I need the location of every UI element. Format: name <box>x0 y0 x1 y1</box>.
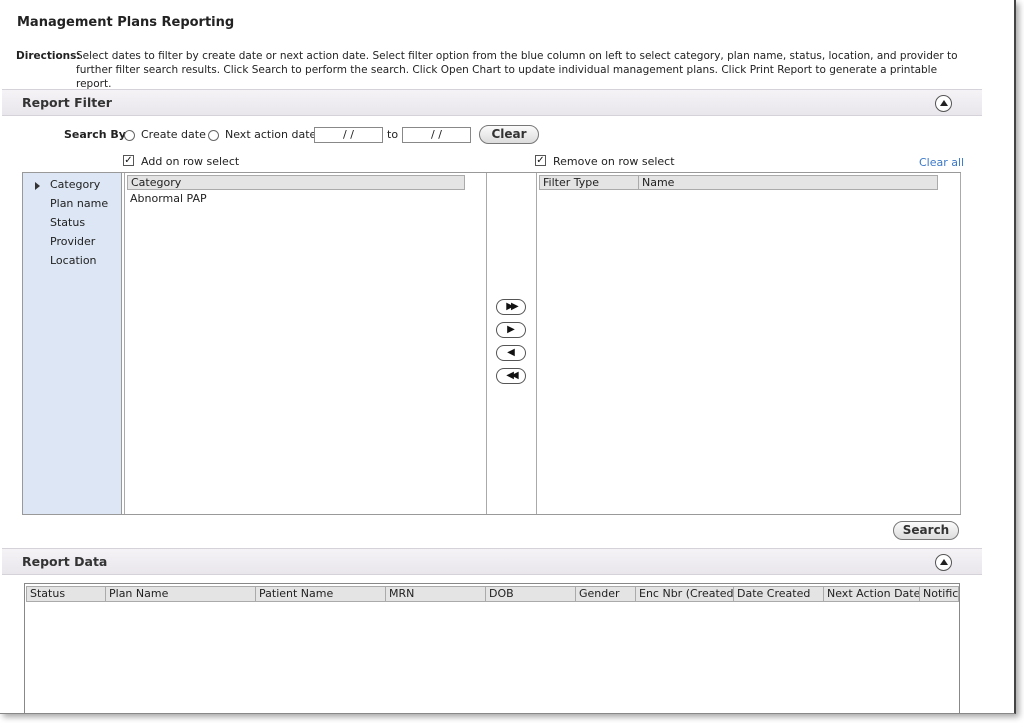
report-data-title: Report Data <box>22 554 108 569</box>
mrn-column-header[interactable]: MRN <box>386 586 486 602</box>
patient-name-column-header[interactable]: Patient Name <box>256 586 386 602</box>
clear-all-link[interactable]: Clear all <box>919 156 964 169</box>
move-right-button[interactable]: ▶ <box>496 322 526 338</box>
next-action-date-radio[interactable] <box>208 130 219 141</box>
search-by-label: Search By: <box>64 128 131 141</box>
remove-on-row-select-checkbox[interactable]: ✓ <box>535 155 546 166</box>
next-action-date-column-header[interactable]: Next Action Date <box>824 586 920 602</box>
selected-filters-list[interactable]: Filter Type Name <box>536 173 961 514</box>
move-all-left-button[interactable]: ◀◀ <box>496 368 526 384</box>
gender-column-header[interactable]: Gender <box>576 586 636 602</box>
page-title: Management Plans Reporting <box>17 15 235 30</box>
move-all-right-button[interactable]: ▶▶ <box>496 299 526 315</box>
nav-item-status[interactable]: Status <box>50 216 85 229</box>
report-filter-title: Report Filter <box>22 95 112 110</box>
report-data-grid[interactable]: Status Plan Name Patient Name MRN DOB Ge… <box>24 583 960 713</box>
nav-item-plan-name[interactable]: Plan name <box>50 197 108 210</box>
date-to-field[interactable]: / / <box>402 127 471 143</box>
remove-on-row-select-label: Remove on row select <box>553 155 675 168</box>
add-on-row-select-label: Add on row select <box>141 155 240 168</box>
available-items-list[interactable]: Category Abnormal PAP <box>124 173 487 514</box>
nav-item-category[interactable]: Category <box>50 178 100 191</box>
filter-panel: Category Plan name Status Provider Locat… <box>22 172 961 515</box>
add-on-row-select-checkbox[interactable]: ✓ <box>123 155 134 166</box>
directions: Directions: Select dates to filter by cr… <box>16 49 966 91</box>
filter-category-nav: Category Plan name Status Provider Locat… <box>23 173 122 514</box>
to-label: to <box>387 128 399 141</box>
notification-column-header[interactable]: Notifica <box>920 586 959 602</box>
list-item[interactable]: Abnormal PAP <box>130 192 207 205</box>
clear-button[interactable]: Clear <box>479 125 539 144</box>
name-column-header[interactable]: Name <box>638 175 938 190</box>
date-created-column-header[interactable]: Date Created <box>734 586 824 602</box>
nav-item-provider[interactable]: Provider <box>50 235 95 248</box>
report-filter-header: Report Filter <box>2 89 982 116</box>
collapse-report-data-icon[interactable] <box>935 554 952 571</box>
category-column-header[interactable]: Category <box>127 175 465 190</box>
search-button[interactable]: Search <box>893 521 959 540</box>
date-from-field[interactable]: / / <box>314 127 383 143</box>
management-plans-window: Management Plans Reporting Directions: S… <box>0 0 1016 714</box>
directions-label: Directions: <box>16 50 81 62</box>
report-data-header: Report Data <box>2 548 982 575</box>
nav-item-location[interactable]: Location <box>50 254 97 267</box>
dob-column-header[interactable]: DOB <box>486 586 576 602</box>
create-date-radio[interactable] <box>124 130 135 141</box>
filter-type-column-header[interactable]: Filter Type <box>539 175 639 190</box>
move-left-button[interactable]: ◀ <box>496 345 526 361</box>
create-date-label: Create date <box>141 128 206 141</box>
directions-text: Select dates to filter by create date or… <box>76 50 958 90</box>
selected-arrow-icon <box>35 182 40 190</box>
collapse-report-filter-icon[interactable] <box>935 95 952 112</box>
status-column-header[interactable]: Status <box>26 586 106 602</box>
next-action-date-label: Next action date <box>225 128 317 141</box>
plan-name-column-header[interactable]: Plan Name <box>106 586 256 602</box>
enc-nbr-column-header[interactable]: Enc Nbr (Created) <box>636 586 734 602</box>
